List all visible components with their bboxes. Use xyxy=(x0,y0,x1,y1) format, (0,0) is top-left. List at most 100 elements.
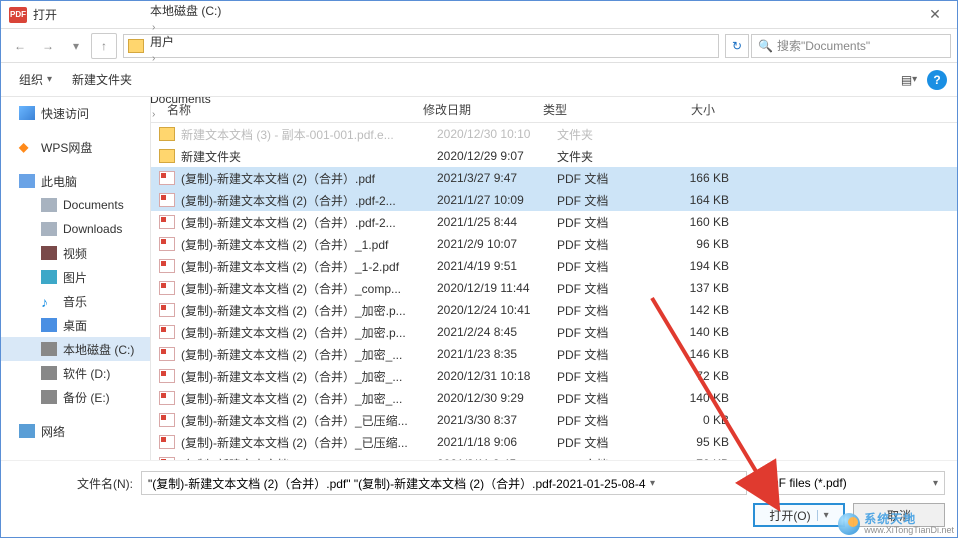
table-row[interactable]: (复制)-新建文本文档 (2)（合并）.pdf-2...2021/1/25 8:… xyxy=(151,211,957,233)
cell-name: (复制)-新建文本文档 (2)（合并）_已压缩... xyxy=(181,434,429,451)
pdf-icon xyxy=(159,457,175,460)
sidebar-item[interactable]: 此电脑 xyxy=(1,169,150,193)
help-icon[interactable]: ? xyxy=(927,70,947,90)
sidebar-item-label: 桌面 xyxy=(63,317,87,334)
search-icon: 🔍 xyxy=(758,39,773,53)
sidebar-item[interactable]: 网络 xyxy=(1,419,150,443)
table-row[interactable]: (复制)-新建文本文档 (2)（合并）_加密_...2020/12/31 10:… xyxy=(151,365,957,387)
col-type[interactable]: 类型 xyxy=(535,101,647,118)
cell-size: 140 KB xyxy=(661,325,737,339)
sidebar: 快速访问 ◆WPS网盘此电脑DocumentsDownloads视频图片♪音乐桌面… xyxy=(1,97,151,460)
pdf-icon xyxy=(159,281,175,295)
cell-date: 2020/12/30 9:29 xyxy=(429,391,549,405)
cell-date: 2021/1/18 9:06 xyxy=(429,435,549,449)
sidebar-item[interactable]: ♪音乐 xyxy=(1,289,150,313)
cell-date: 2021/3/27 9:47 xyxy=(429,171,549,185)
cell-size: 146 KB xyxy=(661,347,737,361)
cell-type: PDF 文档 xyxy=(549,258,661,275)
table-row[interactable]: 新建文本文档 (3) - 副本-001-001.pdf.e...2020/12/… xyxy=(151,123,957,145)
cell-date: 2021/2/24 8:45 xyxy=(429,325,549,339)
cell-date: 2021/3/30 8:37 xyxy=(429,413,549,427)
sidebar-item[interactable]: 图片 xyxy=(1,265,150,289)
cell-date: 2020/12/31 10:18 xyxy=(429,369,549,383)
table-row[interactable]: 新建文件夹2020/12/29 9:07文件夹 xyxy=(151,145,957,167)
close-icon[interactable]: ✕ xyxy=(917,6,953,23)
table-row[interactable]: (复制)-新建文本文档 (2)（合并）_1-2.pdf2021/4/19 9:5… xyxy=(151,255,957,277)
table-row[interactable]: (复制)-新建文本文档 (2)（合并）_加密.p...2020/12/24 10… xyxy=(151,299,957,321)
cell-size: 164 KB xyxy=(661,193,737,207)
cell-date: 2021/1/27 10:09 xyxy=(429,193,549,207)
col-date[interactable]: 修改日期 xyxy=(415,101,535,118)
cell-size: 194 KB xyxy=(661,259,737,273)
filename-input[interactable]: "(复制)-新建文本文档 (2)（合并）.pdf" "(复制)-新建文本文档 (… xyxy=(141,471,747,495)
cell-size: 72 KB xyxy=(661,369,737,383)
cell-date: 2020/12/19 11:44 xyxy=(429,281,549,295)
address-bar[interactable]: 此电脑›本地磁盘 (C:)›用户›pc›Documents› xyxy=(123,34,719,58)
ic-wps-icon: ◆ xyxy=(19,140,35,154)
cell-size: 72 KB xyxy=(661,457,737,460)
table-row[interactable]: (复制)-新建文本文档 (2)（合并）_加密.p...2021/2/24 8:4… xyxy=(151,321,957,343)
history-dropdown[interactable]: ▾ xyxy=(63,33,89,59)
organize-menu[interactable]: 组织▾ xyxy=(11,67,60,92)
ic-dl-icon xyxy=(41,222,57,236)
open-dialog-window: PDF 打开 ✕ ← → ▾ ↑ 此电脑›本地磁盘 (C:)›用户›pc›Doc… xyxy=(0,0,958,538)
cell-size: 142 KB xyxy=(661,303,737,317)
cell-type: PDF 文档 xyxy=(549,324,661,341)
col-name[interactable]: 名称 xyxy=(159,101,415,118)
cell-name: (复制)-新建文本文档 (2)（合并）.pdf xyxy=(181,170,429,187)
sidebar-item[interactable]: Documents xyxy=(1,193,150,217)
cell-size: 166 KB xyxy=(661,171,737,185)
new-folder-button[interactable]: 新建文件夹 xyxy=(64,67,140,92)
cell-type: PDF 文档 xyxy=(549,192,661,209)
table-row[interactable]: (复制)-新建文本文档 (2)（合并）_comp...2020/12/19 11… xyxy=(151,277,957,299)
ic-mus-icon: ♪ xyxy=(41,294,57,308)
table-row[interactable]: (复制)-新建文本文档 (2)（合并）_加密_...2021/1/23 8:35… xyxy=(151,343,957,365)
table-row[interactable]: (复制)-新建文本文档 (2)（合并）_已压缩...2021/3/30 8:37… xyxy=(151,409,957,431)
cell-type: PDF 文档 xyxy=(549,346,661,363)
cell-name: 新建文件夹 xyxy=(181,148,429,165)
up-button[interactable]: ↑ xyxy=(91,33,117,59)
table-row[interactable]: (复制)-新建文本文档 (2)（合并）.pdf-2...2021/1/27 10… xyxy=(151,189,957,211)
cell-date: 2020/12/30 10:10 xyxy=(429,127,549,141)
filename-dropdown-icon[interactable]: ▾ xyxy=(646,478,660,489)
refresh-button[interactable]: ↻ xyxy=(725,34,749,58)
filename-label: 文件名(N): xyxy=(13,475,133,492)
sidebar-item[interactable]: Downloads xyxy=(1,217,150,241)
sidebar-item[interactable]: 桌面 xyxy=(1,313,150,337)
cell-type: PDF 文档 xyxy=(549,434,661,451)
file-list[interactable]: 新建文本文档 (3) - 副本-001-001.pdf.e...2020/12/… xyxy=(151,123,957,460)
table-row[interactable]: (复制)-新建文本文档 (2)0.pdf2021/3/11 8:45PDF 文档… xyxy=(151,453,957,460)
sidebar-item[interactable]: 软件 (D:) xyxy=(1,361,150,385)
breadcrumb-segment[interactable]: 用户 xyxy=(148,33,223,50)
cell-type: PDF 文档 xyxy=(549,280,661,297)
open-button[interactable]: 打开(O)▾ xyxy=(753,503,845,527)
search-input[interactable]: 🔍 搜索"Documents" xyxy=(751,34,951,58)
sidebar-item[interactable]: 快速访问 xyxy=(1,101,150,125)
forward-button[interactable]: → xyxy=(35,33,61,59)
cell-size: 0 KB xyxy=(661,413,737,427)
pdf-icon xyxy=(159,237,175,251)
pdf-icon xyxy=(159,303,175,317)
cell-name: (复制)-新建文本文档 (2)（合并）_comp... xyxy=(181,280,429,297)
breadcrumb-segment[interactable]: 本地磁盘 (C:) xyxy=(148,2,223,19)
table-row[interactable]: (复制)-新建文本文档 (2)（合并）.pdf2021/3/27 9:47PDF… xyxy=(151,167,957,189)
bottom-bar: 文件名(N): "(复制)-新建文本文档 (2)（合并）.pdf" "(复制)-… xyxy=(1,460,957,537)
folder-icon xyxy=(159,127,175,141)
table-row[interactable]: (复制)-新建文本文档 (2)（合并）_已压缩...2021/1/18 9:06… xyxy=(151,431,957,453)
sidebar-item[interactable]: 视频 xyxy=(1,241,150,265)
pdf-icon xyxy=(159,215,175,229)
sidebar-item[interactable]: 本地磁盘 (C:) xyxy=(1,337,150,361)
col-size[interactable]: 大小 xyxy=(647,101,723,118)
table-row[interactable]: (复制)-新建文本文档 (2)（合并）_加密_...2020/12/30 9:2… xyxy=(151,387,957,409)
cell-date: 2021/1/23 8:35 xyxy=(429,347,549,361)
cell-date: 2021/1/25 8:44 xyxy=(429,215,549,229)
ic-hdd-icon xyxy=(41,366,57,380)
view-mode-button[interactable]: ▤ ▾ xyxy=(895,68,923,92)
sidebar-item[interactable]: ◆WPS网盘 xyxy=(1,135,150,159)
sidebar-item-label: 软件 (D:) xyxy=(63,365,110,382)
back-button[interactable]: ← xyxy=(7,33,33,59)
cell-type: PDF 文档 xyxy=(549,170,661,187)
table-row[interactable]: (复制)-新建文本文档 (2)（合并）_1.pdf2021/2/9 10:07P… xyxy=(151,233,957,255)
file-type-filter[interactable]: PDF files (*.pdf)▾ xyxy=(755,471,945,495)
sidebar-item[interactable]: 备份 (E:) xyxy=(1,385,150,409)
